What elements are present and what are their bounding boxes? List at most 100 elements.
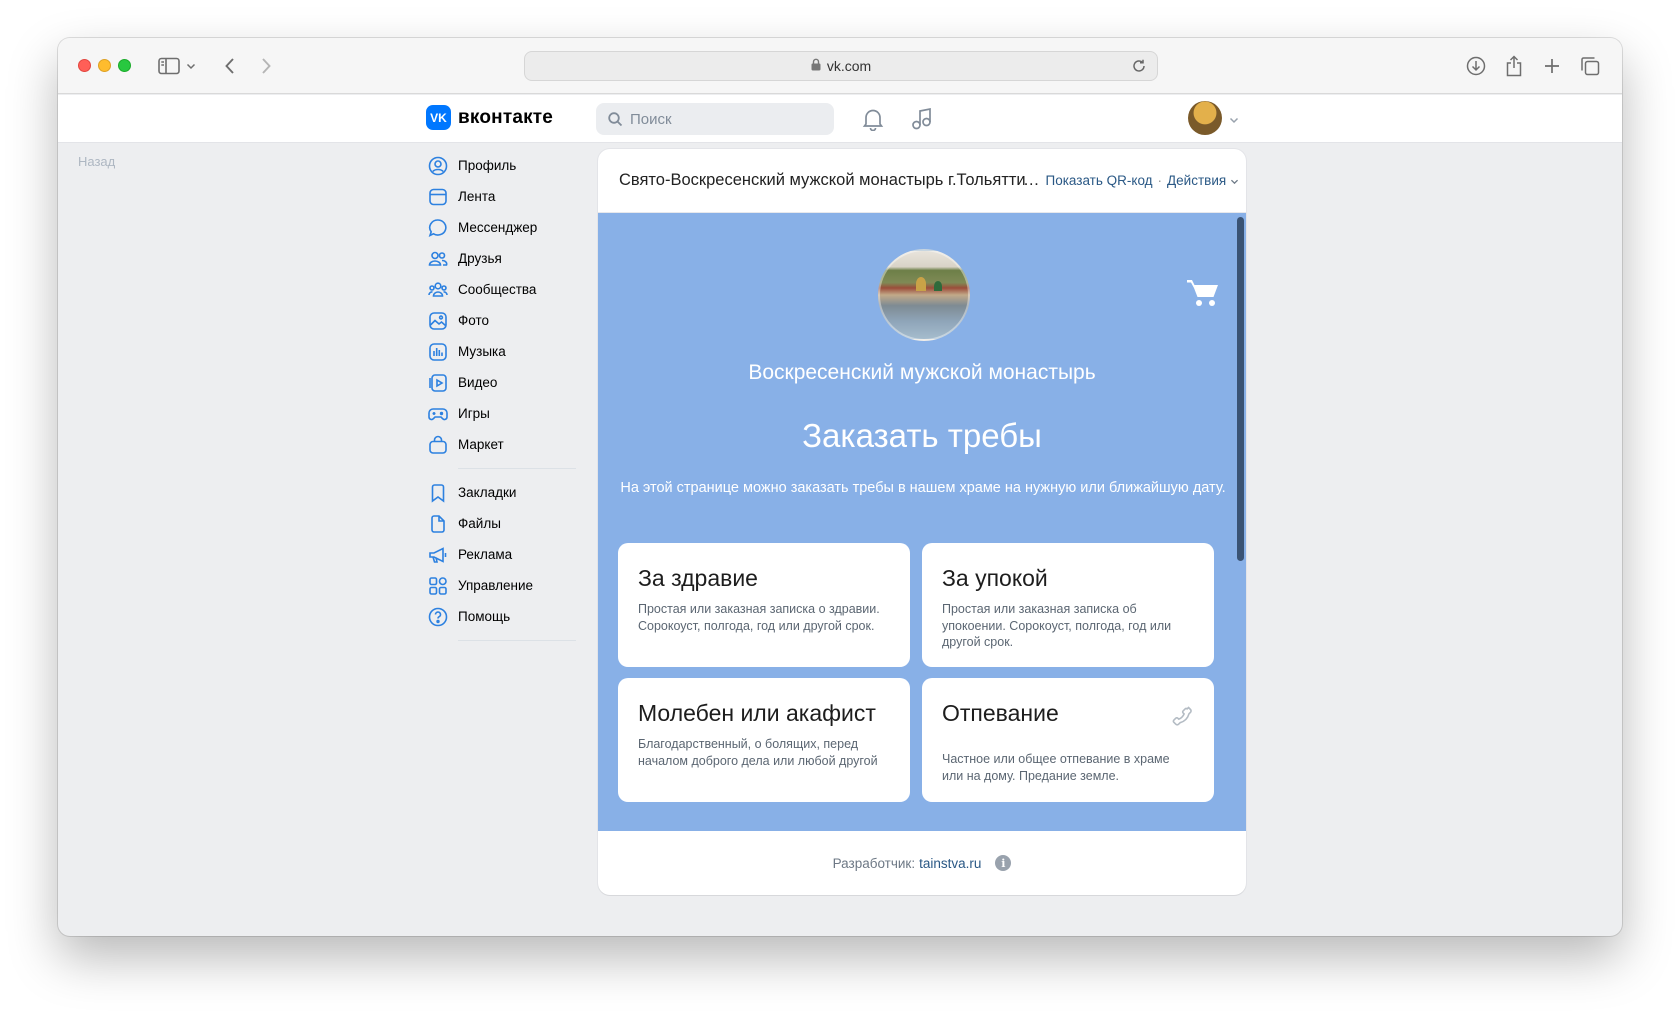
sidebar-item-label: Игры xyxy=(458,406,490,421)
manage-icon xyxy=(429,576,447,595)
mini-app-frame: Воскресенский мужской монастырь Заказать… xyxy=(598,213,1246,831)
tile-health[interactable]: За здравие Простая или заказная записка … xyxy=(618,543,910,667)
zoom-window-button[interactable] xyxy=(118,59,131,72)
music-icon xyxy=(429,342,447,361)
app-card: Свято-Воскресенский мужской монастырь г.… xyxy=(598,149,1246,895)
sidebar-item-label: Видео xyxy=(458,375,498,390)
tile-title: Молебен или акафист xyxy=(638,700,876,726)
help-icon xyxy=(428,607,448,626)
cart-icon[interactable] xyxy=(1186,277,1220,314)
sidebar-item-games[interactable]: Игры xyxy=(428,398,608,429)
tile-description: Частное или общее отпевание в храме или … xyxy=(942,752,1170,783)
close-window-button[interactable] xyxy=(78,59,91,72)
vk-logo[interactable]: VK вконтакте xyxy=(426,105,553,130)
lock-icon xyxy=(811,58,821,74)
search-icon xyxy=(608,111,623,126)
app-description: На этой странице можно заказать требы в … xyxy=(620,480,1226,496)
developer-label: Разработчик: xyxy=(832,855,916,871)
church-dome-shape xyxy=(934,281,942,291)
separator-dot: · xyxy=(1157,173,1163,188)
sidebar-item-label: Мессенджер xyxy=(458,220,538,235)
tile-description: Благодарственный, о болящих, перед начал… xyxy=(638,737,878,768)
ellipsis: … xyxy=(1023,171,1040,189)
tile-description: Простая или заказная записка о здравии. … xyxy=(638,602,880,633)
ads-icon xyxy=(429,546,447,563)
sidebar-item-label: Реклама xyxy=(458,547,513,562)
sidebar-item-label: Сообщества xyxy=(458,282,537,297)
feed-icon xyxy=(429,188,447,205)
actions-link[interactable]: Действия xyxy=(1167,173,1226,188)
notifications-bell-icon[interactable] xyxy=(862,107,884,136)
show-qr-link[interactable]: Показать QR-код xyxy=(1046,173,1153,188)
files-icon xyxy=(431,514,445,533)
chevron-down-icon[interactable] xyxy=(1230,173,1239,188)
reload-icon[interactable] xyxy=(1131,58,1147,77)
url-text: vk.com xyxy=(826,58,872,74)
sidebar-item-label: Фото xyxy=(458,313,490,328)
card-header-links: Показать QR-код · Действия xyxy=(1046,173,1240,188)
sidebar-item-label: Маркет xyxy=(458,437,504,452)
new-tab-icon[interactable] xyxy=(1543,55,1561,77)
music-note-icon[interactable] xyxy=(911,107,933,136)
download-icon[interactable] xyxy=(1466,55,1486,77)
sidebar-item-music[interactable]: Музыка xyxy=(428,336,608,367)
sidebar-toggle-icon[interactable] xyxy=(158,55,180,77)
group-name: Воскресенский мужской монастырь xyxy=(748,361,1096,384)
developer-link[interactable]: tainstva.ru xyxy=(919,856,981,871)
back-arrow-icon[interactable] xyxy=(224,55,236,77)
community-title[interactable]: Свято-Воскресенский мужской монастырь г.… xyxy=(619,171,1027,190)
browser-toolbar: vk.com xyxy=(58,38,1622,94)
sidebar-item-profile[interactable]: Профиль xyxy=(428,150,608,181)
tile-title: За здравие xyxy=(638,565,758,591)
search-input[interactable]: Поиск xyxy=(596,103,834,135)
sidebar-divider xyxy=(458,468,576,469)
card-header: Свято-Воскресенский мужской монастырь г.… xyxy=(598,149,1246,213)
photo-icon xyxy=(429,311,447,330)
scrollbar[interactable] xyxy=(1237,217,1244,561)
sidebar-item-ads[interactable]: Реклама xyxy=(428,539,608,570)
sidebar-item-help[interactable]: Помощь xyxy=(428,601,608,632)
sidebar-item-label: Управление xyxy=(458,578,534,593)
minimize-window-button[interactable] xyxy=(98,59,111,72)
search-placeholder: Поиск xyxy=(630,110,672,128)
sidebar-item-label: Помощь xyxy=(458,609,511,624)
tile-moleben[interactable]: Молебен или акафист Благодарственный, о … xyxy=(618,678,910,802)
sidebar-item-label: Лента xyxy=(458,189,496,204)
sidebar-item-friends[interactable]: Друзья xyxy=(428,243,608,274)
vk-logo-icon: VK xyxy=(426,105,451,130)
sidebar-item-manage[interactable]: Управление xyxy=(428,570,608,601)
sidebar-item-market[interactable]: Маркет xyxy=(428,429,608,460)
tile-description: Простая или заказная записка об упокоени… xyxy=(942,602,1172,649)
market-icon xyxy=(429,435,447,454)
chevron-down-icon[interactable] xyxy=(186,55,196,77)
sidebar-item-label: Друзья xyxy=(458,251,502,266)
sidebar: Профиль Лента Мессенджер Друзья Сообщест… xyxy=(428,150,608,649)
info-icon[interactable]: i xyxy=(995,855,1012,871)
tile-funeral[interactable]: Отпевание Частное или общее отпевание в … xyxy=(922,678,1214,802)
back-link[interactable]: Назад xyxy=(78,154,115,169)
user-avatar[interactable] xyxy=(1188,101,1222,135)
sidebar-item-video[interactable]: Видео xyxy=(428,367,608,398)
sidebar-item-files[interactable]: Файлы xyxy=(428,508,608,539)
forward-arrow-icon[interactable] xyxy=(260,55,272,77)
address-bar[interactable]: vk.com xyxy=(524,51,1158,81)
bookmarks-icon xyxy=(431,483,445,503)
sidebar-item-label: Профиль xyxy=(458,158,517,173)
tab-overview-icon[interactable] xyxy=(1580,55,1600,77)
app-footer: Разработчик: tainstva.ru i xyxy=(598,831,1246,895)
tile-title: Отпевание xyxy=(942,700,1059,726)
sidebar-item-photo[interactable]: Фото xyxy=(428,305,608,336)
tile-repose[interactable]: За упокой Простая или заказная записка о… xyxy=(922,543,1214,667)
sidebar-item-bookmarks[interactable]: Закладки xyxy=(428,477,608,508)
friends-icon xyxy=(428,251,448,266)
community-avatar xyxy=(878,249,970,341)
chevron-down-icon[interactable] xyxy=(1229,111,1239,129)
phone-icon xyxy=(1170,704,1194,733)
sidebar-item-messenger[interactable]: Мессенджер xyxy=(428,212,608,243)
games-icon xyxy=(428,407,448,420)
sidebar-item-communities[interactable]: Сообщества xyxy=(428,274,608,305)
vk-header: VK вконтакте Поиск xyxy=(58,95,1622,143)
share-icon[interactable] xyxy=(1505,55,1523,77)
sidebar-item-feed[interactable]: Лента xyxy=(428,181,608,212)
church-dome-shape xyxy=(916,277,926,291)
